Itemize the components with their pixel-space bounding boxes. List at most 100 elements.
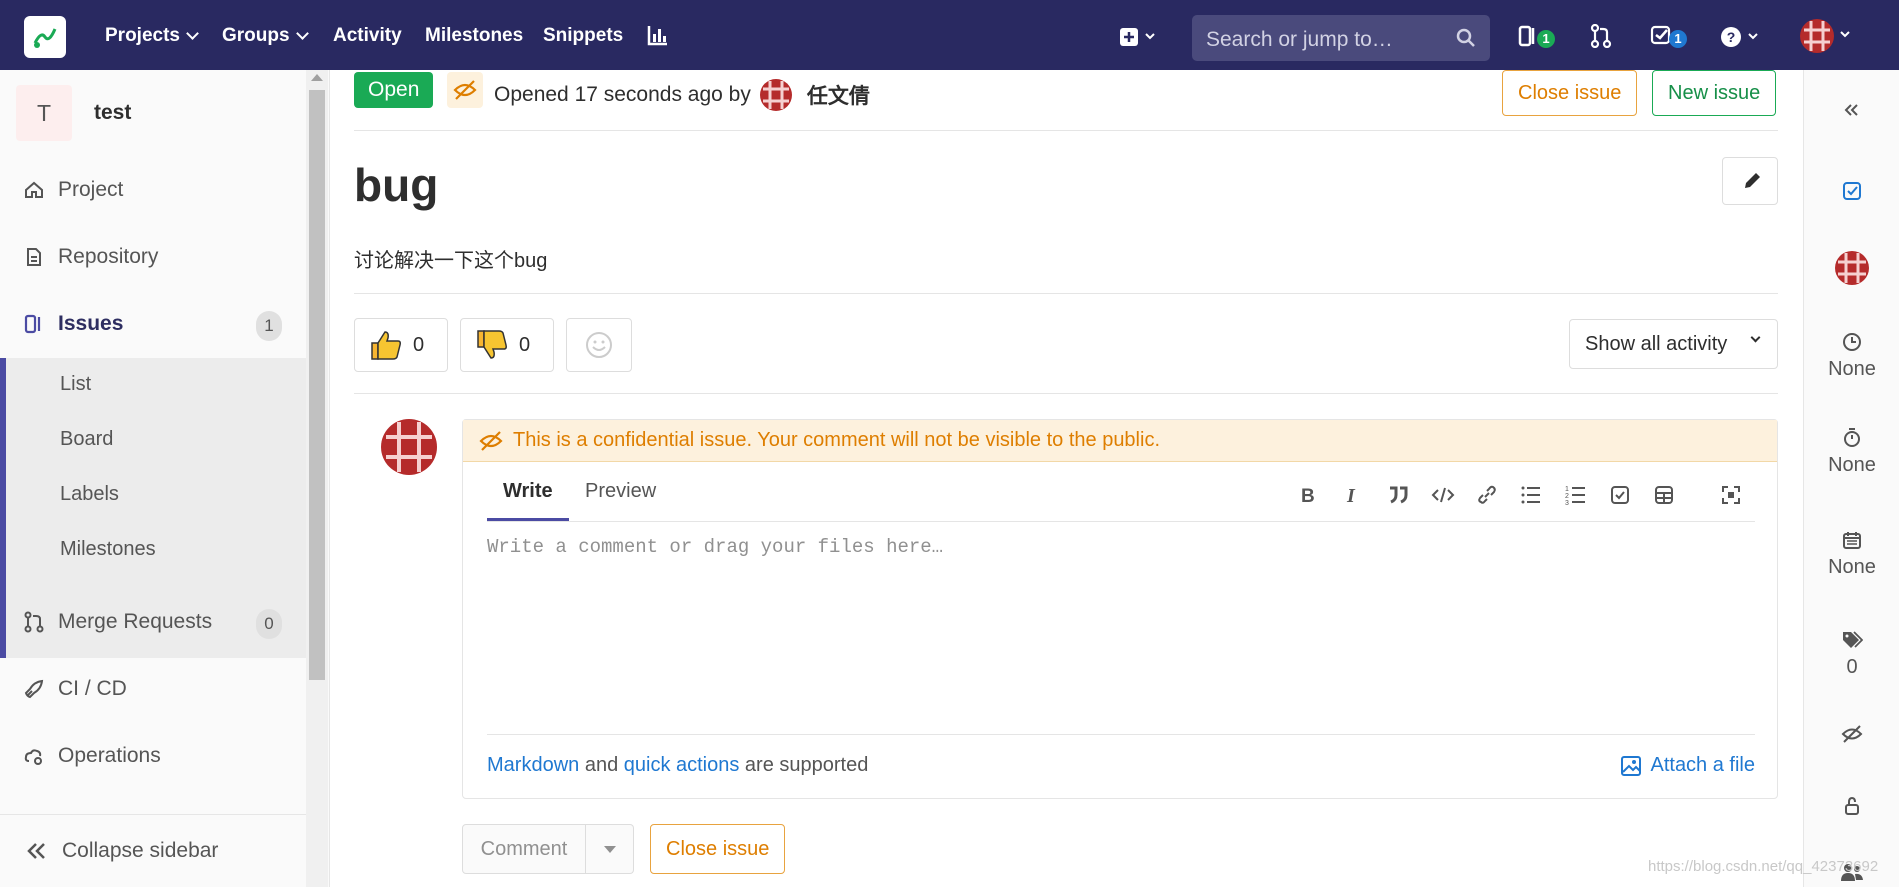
nav-activity[interactable]: Activity [333,25,402,47]
milestone-value: None [1828,358,1876,380]
thumbs-down-button[interactable]: 0 [460,318,554,372]
chevron-down-icon [295,27,309,40]
quick-actions-link[interactable]: quick actions [624,754,740,776]
issues-count-badge: 1 [1537,30,1555,48]
sidebar-scrollbar[interactable] [306,70,328,887]
tab-write[interactable]: Write [503,480,553,503]
edit-button[interactable] [1722,157,1778,205]
add-reaction-button[interactable] [566,318,632,372]
sidebar-item-label: Issues [58,312,124,335]
attach-file-label: Attach a file [1650,754,1755,776]
nav-activity-label: Activity [333,25,402,46]
project-header[interactable]: T test [16,85,131,141]
divider [354,130,1778,131]
collapse-sidebar-button[interactable]: Collapse sidebar [0,814,306,887]
add-todo-button[interactable] [1804,180,1899,208]
user-avatar-menu[interactable] [1800,18,1854,59]
time-tracking-value: None [1828,454,1876,476]
nav-milestones[interactable]: Milestones [425,25,523,47]
markdown-link[interactable]: Markdown [487,754,579,776]
todos-count-badge: 1 [1669,30,1687,48]
svg-text:1: 1 [1565,486,1569,493]
search-input[interactable]: Search or jump to… [1192,15,1490,61]
issues-icon[interactable] [1518,24,1538,53]
nav-groups[interactable]: Groups [222,25,309,47]
sidebar-item-merge-requests[interactable]: Merge Requests [24,610,212,634]
issue-meta: Opened 17 seconds ago by 任文倩 [494,78,870,112]
close-issue-button[interactable]: Close issue [1502,70,1638,116]
sidebar-subitem-board[interactable]: Board [60,428,113,451]
due-date-item[interactable]: None [1804,530,1899,579]
chart-icon[interactable] [647,24,669,51]
link-icon[interactable] [1476,484,1498,511]
plus-square-icon[interactable] [1119,26,1159,53]
new-issue-button[interactable]: New issue [1652,70,1777,116]
comment-button[interactable]: Comment [462,824,586,874]
sidebar-item-project[interactable]: Project [24,178,123,202]
document-icon [27,248,41,266]
svg-text:I: I [1346,485,1356,506]
todo-add-icon [1843,182,1861,200]
code-icon[interactable] [1431,484,1455,511]
milestone-item[interactable]: None [1804,332,1899,381]
author-avatar[interactable] [759,78,793,112]
merge-request-icon[interactable] [1590,23,1612,53]
nav-projects[interactable]: Projects [105,25,199,47]
markdown-help: Markdown and quick actions are supported [487,754,868,777]
labels-item[interactable]: 0 [1804,630,1899,679]
lock-icon [1845,796,1859,815]
author-name[interactable]: 任文倩 [807,80,870,110]
issue-right-sidebar: None None None 0 [1803,70,1899,887]
nav-snippets[interactable]: Snippets [543,25,623,47]
sidebar-item-repository[interactable]: Repository [24,245,158,269]
sidebar-subitem-milestones[interactable]: Milestones [60,538,156,561]
issue-title: bug [354,159,439,211]
bold-icon[interactable]: B [1298,484,1318,511]
collapse-sidebar-label: Collapse sidebar [62,839,219,862]
sidebar-item-label: Operations [58,744,161,767]
activity-filter-dropdown[interactable]: Show all activity [1569,319,1778,369]
svg-text:B: B [1301,486,1315,506]
and-text: and [579,754,624,776]
lock-issue-item[interactable] [1804,796,1899,822]
attach-file-button[interactable]: Attach a file [1620,754,1755,777]
close-issue-bottom-button[interactable]: Close issue [650,824,786,874]
table-icon[interactable] [1653,484,1675,511]
tab-preview[interactable]: Preview [585,480,656,503]
scroll-up-icon[interactable] [311,74,323,81]
cloud-gear-icon [24,749,42,765]
sidebar-item-operations[interactable]: Operations [24,744,161,768]
issue-description: 讨论解决一下这个bug [354,250,548,272]
assignee-avatar[interactable] [1804,250,1899,292]
sidebar-item-cicd[interactable]: CI / CD [24,677,127,701]
gitlab-logo[interactable] [24,16,66,58]
help-icon[interactable]: ? [1720,26,1762,53]
comment-type-dropdown[interactable] [586,824,634,874]
chevron-down-icon [186,27,199,40]
italic-icon[interactable]: I [1343,484,1363,511]
bullet-list-icon[interactable] [1520,484,1542,511]
sidebar-subitem-labels[interactable]: Labels [60,483,119,506]
sidebar-subitem-list[interactable]: List [60,373,91,396]
quote-icon[interactable] [1387,484,1409,511]
scrollbar-thumb[interactable] [309,90,325,680]
image-icon [1621,755,1642,776]
task-list-icon[interactable] [1609,484,1631,511]
thumbs-down-icon [477,330,507,359]
confidentiality-item[interactable] [1804,724,1899,750]
project-sidebar: T test Project Repository Issues 1 List … [0,70,330,887]
thumbs-up-button[interactable]: 0 [354,318,448,372]
search-icon [1456,28,1475,47]
active-tab-indicator [487,518,569,521]
current-user-avatar[interactable] [380,418,438,481]
svg-text:?: ? [1727,29,1736,45]
time-tracking-item[interactable]: None [1804,426,1899,477]
fullscreen-icon[interactable] [1720,484,1742,511]
home-icon [25,181,43,198]
numbered-list-icon[interactable]: 123 [1565,484,1587,511]
expand-sidebar-button[interactable] [1804,100,1899,126]
issues-icon [24,314,41,334]
comment-textarea[interactable]: Write a comment or drag your files here… [487,536,1755,686]
sidebar-item-issues[interactable]: Issues [24,312,123,336]
divider [354,393,1778,394]
